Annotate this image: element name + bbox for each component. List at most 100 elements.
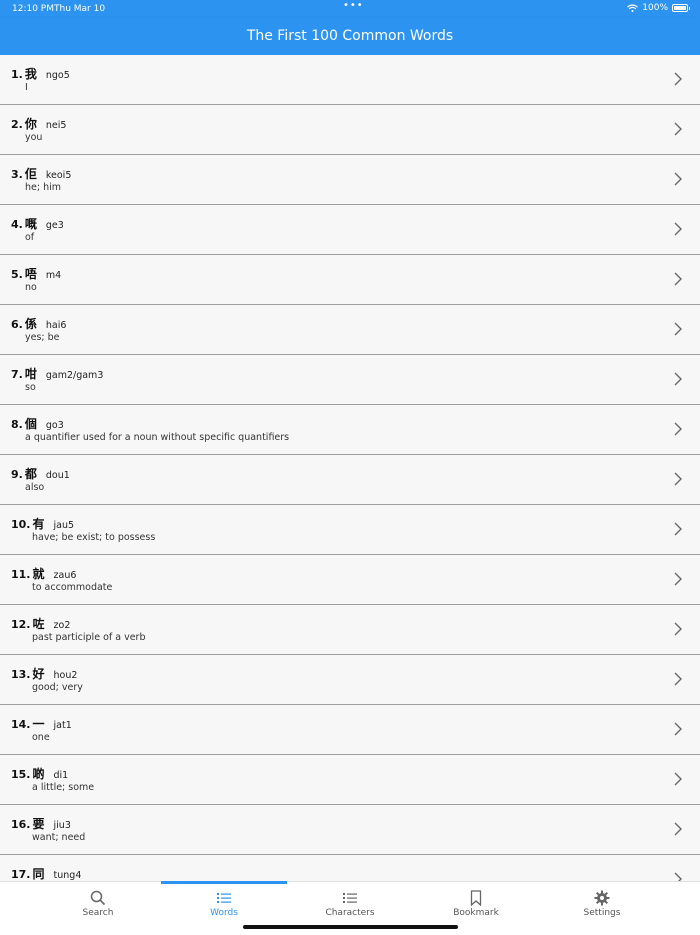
word-jyutping: jiu3 — [53, 820, 71, 831]
word-row[interactable]: 10. 有 jau5 have; be exist; to possess — [0, 505, 700, 555]
home-indicator[interactable] — [243, 925, 458, 929]
word-meaning: have; be exist; to possess — [32, 532, 156, 543]
word-character: 係 — [24, 317, 37, 331]
word-row[interactable]: 13. 好 hou2 good; very — [0, 655, 700, 705]
search-icon — [90, 890, 106, 906]
word-jyutping: hou2 — [53, 670, 78, 681]
word-number: 4. — [11, 218, 23, 231]
word-number: 8. — [11, 418, 23, 431]
word-jyutping: jat1 — [53, 720, 72, 731]
word-row[interactable]: 7. 咁 gam2/gam3 so — [0, 355, 700, 405]
page-title: The First 100 Common Words — [246, 28, 454, 44]
status-date: Thu Mar 10 — [54, 4, 106, 14]
word-character: 唔 — [24, 267, 37, 281]
word-meaning: of — [25, 232, 35, 243]
word-row[interactable]: 11. 就 zau6 to accommodate — [0, 555, 700, 605]
word-number: 17. — [11, 868, 31, 881]
word-meaning: good; very — [32, 682, 83, 693]
word-meaning: a little; some — [32, 782, 95, 793]
word-character: 要 — [32, 817, 45, 831]
word-number: 14. — [11, 718, 31, 731]
word-jyutping: nei5 — [45, 120, 67, 131]
word-number: 12. — [11, 618, 31, 631]
word-number: 11. — [11, 568, 31, 581]
tab-label: Words — [210, 908, 238, 918]
word-jyutping: jau5 — [53, 520, 75, 531]
word-jyutping: m4 — [45, 270, 62, 281]
chevron-right-icon — [674, 72, 682, 86]
tab-label: Settings — [583, 908, 621, 918]
word-meaning: also — [25, 482, 45, 493]
word-jyutping: gam2/gam3 — [45, 370, 104, 381]
word-row[interactable]: 12. 咗 zo2 past participle of a verb — [0, 605, 700, 655]
word-meaning: past participle of a verb — [32, 632, 146, 643]
multitasking-dots[interactable]: ••• — [343, 0, 364, 11]
bookmark-icon — [470, 890, 482, 906]
word-list[interactable]: 1. 我 ngo5 I 2. 你 nei5 you 3. 佢 keoi5 he; him 4… — [0, 55, 700, 881]
word-meaning: one — [32, 732, 50, 743]
word-character: 你 — [24, 117, 37, 131]
word-jyutping: di1 — [53, 770, 69, 781]
word-jyutping: ngo5 — [45, 70, 70, 81]
word-meaning: yes; be — [25, 332, 60, 343]
word-number: 3. — [11, 168, 23, 181]
word-meaning: want; need — [32, 832, 86, 843]
tab-label: Search — [82, 908, 114, 918]
word-row[interactable]: 16. 要 jiu3 want; need — [0, 805, 700, 855]
word-row[interactable]: 8. 個 go3 a quantifier used for a noun with… — [0, 405, 700, 455]
word-number: 5. — [11, 268, 23, 281]
status-time: 12:10 PM — [12, 4, 54, 14]
word-character: 就 — [32, 567, 45, 581]
word-jyutping: ge3 — [45, 220, 64, 231]
word-row[interactable]: 9. 都 dou1 also — [0, 455, 700, 505]
battery-icon — [672, 4, 690, 12]
word-meaning: a quantifier used for a noun without spe… — [25, 432, 290, 443]
word-row[interactable]: 17. 同 tung4 — [0, 855, 700, 881]
chevron-right-icon — [674, 272, 682, 286]
word-character: 啲 — [32, 767, 45, 781]
battery-percent: 100% — [642, 3, 668, 13]
wifi-icon — [627, 4, 639, 12]
list-icon — [217, 893, 231, 903]
tab-settings[interactable]: Settings — [542, 890, 662, 918]
word-row[interactable]: 15. 啲 di1 a little; some — [0, 755, 700, 805]
word-row[interactable]: 5. 唔 m4 no — [0, 255, 700, 305]
tab-search[interactable]: Search — [38, 890, 158, 918]
word-meaning: to accommodate — [32, 582, 113, 593]
word-row[interactable]: 6. 係 hai6 yes; be — [0, 305, 700, 355]
chevron-right-icon — [674, 622, 682, 636]
word-number: 10. — [11, 518, 31, 531]
tab-label: Bookmark — [453, 908, 499, 918]
word-character: 咁 — [24, 367, 37, 381]
chevron-right-icon — [674, 172, 682, 186]
app-bar: The First 100 Common Words — [0, 18, 700, 55]
chevron-right-icon — [674, 372, 682, 386]
gear-icon — [594, 890, 610, 906]
word-row[interactable]: 1. 我 ngo5 I — [0, 55, 700, 105]
chevron-right-icon — [674, 722, 682, 736]
tab-words[interactable]: Words — [164, 890, 284, 918]
word-character: 咗 — [32, 617, 45, 631]
word-row[interactable]: 14. 一 jat1 one — [0, 705, 700, 755]
word-meaning: you — [25, 132, 43, 143]
word-character: 佢 — [24, 167, 37, 181]
tab-label: Characters — [325, 908, 375, 918]
word-jyutping: tung4 — [53, 870, 82, 881]
tab-characters[interactable]: Characters — [290, 890, 410, 918]
word-jyutping: hai6 — [45, 320, 67, 331]
word-row[interactable]: 4. 嘅 ge3 of — [0, 205, 700, 255]
word-character: 一 — [32, 717, 45, 731]
word-number: 9. — [11, 468, 23, 481]
status-indicators: 100% — [627, 3, 690, 13]
bottom-navigation: Search Words Characters Bookmark Setting… — [0, 881, 700, 935]
active-tab-indicator — [161, 881, 287, 884]
word-row[interactable]: 2. 你 nei5 you — [0, 105, 700, 155]
tab-bookmark[interactable]: Bookmark — [416, 890, 536, 918]
chevron-right-icon — [674, 422, 682, 436]
chevron-right-icon — [674, 572, 682, 586]
word-jyutping: go3 — [45, 420, 64, 431]
word-meaning: he; him — [25, 182, 62, 193]
word-row[interactable]: 3. 佢 keoi5 he; him — [0, 155, 700, 205]
word-number: 1. — [11, 68, 23, 81]
status-bar: 12:10 PM Thu Mar 10 ••• 100% — [0, 0, 700, 18]
